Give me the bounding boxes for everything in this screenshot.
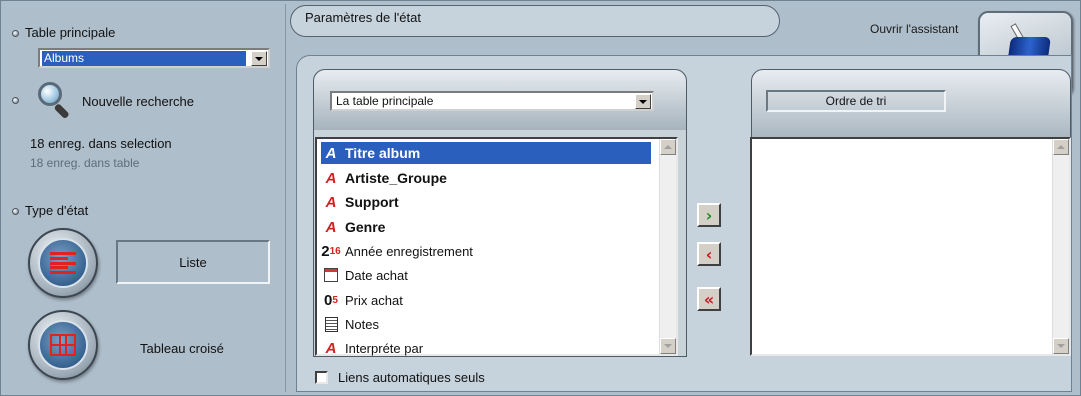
alpha-field-icon: A [325,339,337,357]
integer-field-icon: 2 16 [321,242,341,260]
real-field-icon: 05 [324,291,338,309]
chevron-down-icon[interactable] [635,94,651,109]
list-item[interactable]: A Interpréte par [321,337,651,359]
alpha-field-icon: A [325,193,337,211]
bullet-icon [12,97,19,105]
date-field-icon [321,267,341,283]
type-etat-label: Type d'état [12,203,88,218]
nouvelle-recherche-label[interactable]: Nouvelle recherche [82,94,194,109]
list-item[interactable]: Date achat [321,264,651,286]
remove-all-fields-button[interactable]: « [697,287,721,311]
ordre-de-tri-title: Ordre de tri [766,90,946,112]
text-field-icon [321,316,341,332]
list-item[interactable]: A Titre album [321,142,651,164]
fields-listbox[interactable]: A Titre album A Artiste_Groupe A Support… [315,137,678,359]
add-field-button[interactable]: › [697,203,721,227]
grid-icon [50,334,76,356]
list-item[interactable]: 2 16 Année enregistrement [321,240,651,262]
nouvelle-recherche-row[interactable] [12,92,25,107]
list-icon [50,252,76,274]
liens-automatiques-checkbox[interactable] [315,371,328,384]
scroll-down-icon[interactable] [1053,338,1069,354]
liste-label-box[interactable]: Liste [116,240,270,284]
alpha-field-icon: A [325,218,337,236]
scroll-up-icon[interactable] [660,139,676,155]
selection-count: 18 enreg. dans selection [30,136,172,151]
list-item[interactable]: A Support [321,191,651,213]
alpha-field-icon: A [325,144,337,162]
fields-scrollbar[interactable] [659,139,676,354]
source-table-dropdown[interactable]: La table principale [330,91,654,111]
scroll-up-icon[interactable] [1053,139,1069,155]
liens-automatiques-checkbox-row[interactable]: Liens automatiques seuls [315,370,485,385]
sort-listbox[interactable] [750,137,1071,356]
table-principale-select[interactable]: Albums [38,48,270,68]
bullet-icon [12,30,19,38]
list-item[interactable]: Notes [321,313,651,335]
list-item[interactable]: A Artiste_Groupe [321,167,651,189]
table-principale-value: Albums [42,51,246,66]
chevron-down-icon[interactable] [251,51,267,66]
scroll-down-icon[interactable] [660,338,676,354]
liste-type-button[interactable] [28,228,98,298]
tableau-croise-button[interactable] [28,310,98,380]
remove-field-button[interactable]: ‹ [697,242,721,266]
table-principale-label: Table principale [12,25,115,40]
list-item[interactable]: A Genre [321,216,651,238]
tableau-croise-label[interactable]: Tableau croisé [140,341,224,356]
header-title: Paramètres de l'état [290,5,780,37]
bullet-icon [12,208,19,216]
magnifier-icon[interactable] [38,82,72,120]
list-item[interactable]: 05 Prix achat [321,289,651,311]
sort-scrollbar[interactable] [1052,139,1069,354]
table-count: 18 enreg. dans table [30,156,140,170]
open-assistant-label[interactable]: Ouvrir l'assistant [870,22,958,36]
alpha-field-icon: A [325,169,337,187]
